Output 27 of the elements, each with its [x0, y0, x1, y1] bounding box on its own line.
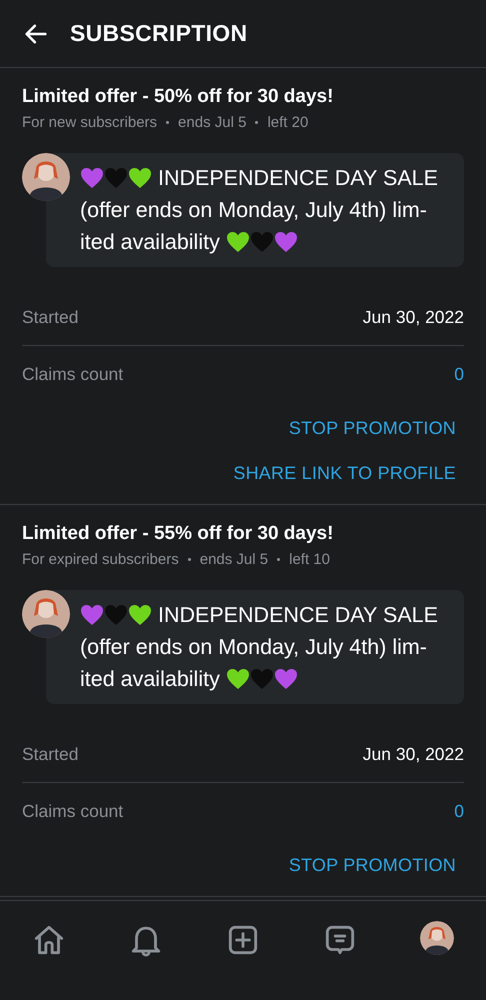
- offer-detail: For expired subscribers: [22, 551, 179, 568]
- screen-title: SUBSCRIPTION: [70, 20, 248, 47]
- separator-dot: [188, 558, 191, 561]
- separator-dot: [166, 121, 170, 124]
- offer-detail: ends Jul 5: [200, 551, 268, 568]
- action-link[interactable]: SHARE LINK TO PROFILE: [225, 451, 464, 496]
- field-value: 0: [454, 800, 464, 822]
- field-label: Started: [22, 744, 78, 764]
- avatar[interactable]: [420, 921, 454, 955]
- field-value: 0: [454, 364, 464, 384]
- message-text: INDEPENDENCE DAY SALE (offer ends on Monday, July 4th) lim-ited availability: [80, 603, 438, 691]
- offer-title: Limited offer - 50% off for 30 days!: [22, 85, 334, 109]
- offer-detail: left 10: [289, 551, 330, 568]
- field-label: Started: [22, 306, 78, 328]
- offer-detail: ends Jul 5: [178, 114, 246, 131]
- offer-title: Limited offer - 55% off for 30 days!: [22, 522, 334, 546]
- action-link[interactable]: STOP PROMOTION: [280, 843, 464, 888]
- separator-dot: [255, 121, 258, 124]
- field-value: Jun 30, 2022: [362, 744, 464, 764]
- separator-dot: [277, 558, 280, 561]
- action-link[interactable]: STOP PROMOTION: [280, 406, 464, 451]
- offer-detail: For new subscribers: [22, 114, 158, 131]
- field-label: Claims count: [22, 800, 124, 822]
- field-value: Jun 30, 2022: [362, 306, 464, 328]
- offer-detail: left 20: [267, 114, 308, 131]
- message-text: INDEPENDENCE DAY SALE (offer ends on Monday, July 4th) lim-ited availability: [80, 166, 438, 254]
- field-label: Claims count: [22, 364, 124, 384]
